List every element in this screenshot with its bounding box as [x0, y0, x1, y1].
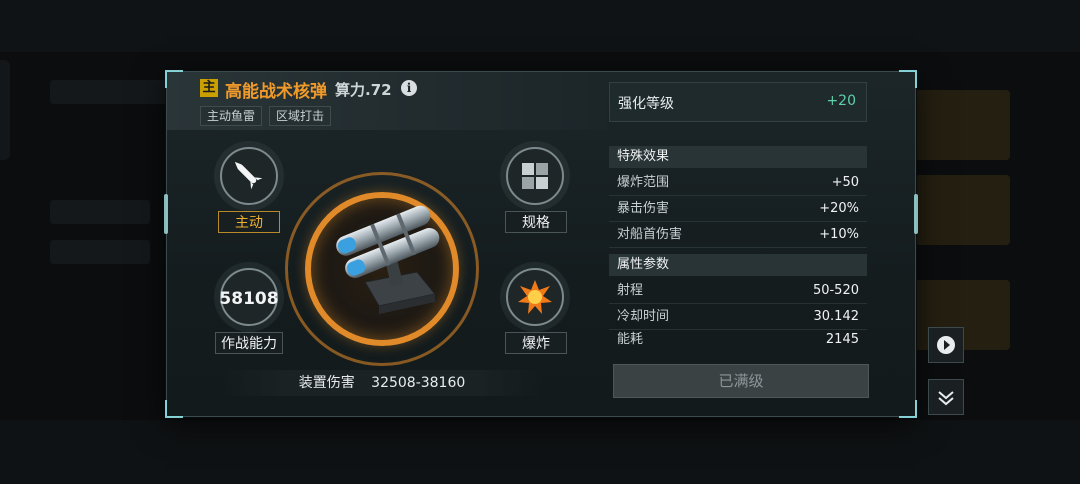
frame-corner — [165, 400, 183, 418]
attribute-name: 能耗 — [617, 332, 644, 347]
attribute-value: 2145 — [825, 332, 859, 347]
weapon-detail-dialog: 主 高能战术核弹 算力.72 i 主动鱼雷 区域打击 主动 规格 58108 作… — [164, 70, 918, 418]
background-top-bar — [0, 0, 1080, 52]
spec-circle[interactable] — [506, 147, 564, 205]
effect-value: +50 — [831, 175, 859, 190]
device-damage-label: 装置伤害 — [298, 375, 355, 391]
collapse-button[interactable] — [928, 379, 964, 415]
play-icon — [937, 336, 955, 354]
background-row — [50, 240, 150, 264]
attribute-row: 射程 50-520 — [609, 278, 867, 304]
spec-label: 规格 — [505, 211, 567, 233]
weapon-tag: 区域打击 — [269, 106, 332, 126]
explosion-icon — [518, 280, 552, 314]
main-slot-badge: 主 — [200, 79, 218, 97]
max-level-button[interactable]: 已满级 — [613, 364, 869, 398]
background-footer — [0, 420, 1080, 484]
combat-power-value: 58108 — [219, 289, 279, 309]
effect-value: +20% — [819, 201, 859, 216]
frame-edge-glow — [164, 194, 168, 234]
background-row — [50, 200, 150, 224]
attribute-name: 冷却时间 — [617, 309, 670, 324]
missile-icon — [234, 161, 263, 190]
info-icon[interactable]: i — [401, 80, 417, 96]
special-effect-row: 暴击伤害 +20% — [609, 196, 867, 222]
attribute-row: 能耗 2145 — [609, 330, 867, 348]
frame-corner — [899, 70, 917, 88]
weapon-title: 高能战术核弹 — [225, 82, 327, 102]
attribute-name: 射程 — [617, 283, 644, 298]
effect-value: +10% — [819, 227, 859, 242]
attribute-value: 50-520 — [812, 283, 859, 298]
special-effect-row: 爆炸范围 +50 — [609, 170, 867, 196]
collapse-chevron-icon — [938, 391, 954, 406]
attribute-value: 30.142 — [813, 309, 860, 324]
device-damage: 装置伤害 32508-38160 — [222, 370, 542, 396]
effect-name: 爆炸范围 — [617, 175, 670, 190]
play-button[interactable] — [928, 327, 964, 363]
effect-circle[interactable] — [506, 268, 564, 326]
background-side-tab — [0, 60, 10, 160]
special-effects-header: 特殊效果 — [609, 146, 867, 168]
attributes-header: 属性参数 — [609, 254, 867, 276]
background-row — [50, 80, 170, 104]
mode-label: 主动 — [218, 211, 280, 233]
torpedo-launcher-image — [336, 205, 440, 314]
effect-name: 暴击伤害 — [617, 201, 670, 216]
enhance-level: 强化等级 +20 — [609, 82, 867, 122]
device-damage-value: 32508-38160 — [371, 375, 466, 391]
enhance-level-label: 强化等级 — [618, 96, 674, 112]
mode-circle[interactable] — [220, 147, 278, 205]
weapon-power: 算力.72 — [335, 81, 392, 99]
background-card — [915, 90, 1010, 160]
frame-edge-glow — [914, 194, 918, 234]
effect-label: 爆炸 — [505, 332, 567, 354]
effect-name: 对船首伤害 — [617, 227, 683, 242]
attribute-row: 冷却时间 30.142 — [609, 304, 867, 330]
combat-power-label: 作战能力 — [215, 332, 283, 354]
background-card — [915, 175, 1010, 245]
special-effect-row: 对船首伤害 +10% — [609, 222, 867, 248]
weapon-tag: 主动鱼雷 — [200, 106, 263, 126]
grid-blocks-icon — [522, 163, 548, 189]
weapon-header: 主 高能战术核弹 算力.72 i 主动鱼雷 区域打击 — [167, 72, 607, 130]
enhance-level-value: +20 — [826, 93, 856, 109]
frame-corner — [899, 400, 917, 418]
